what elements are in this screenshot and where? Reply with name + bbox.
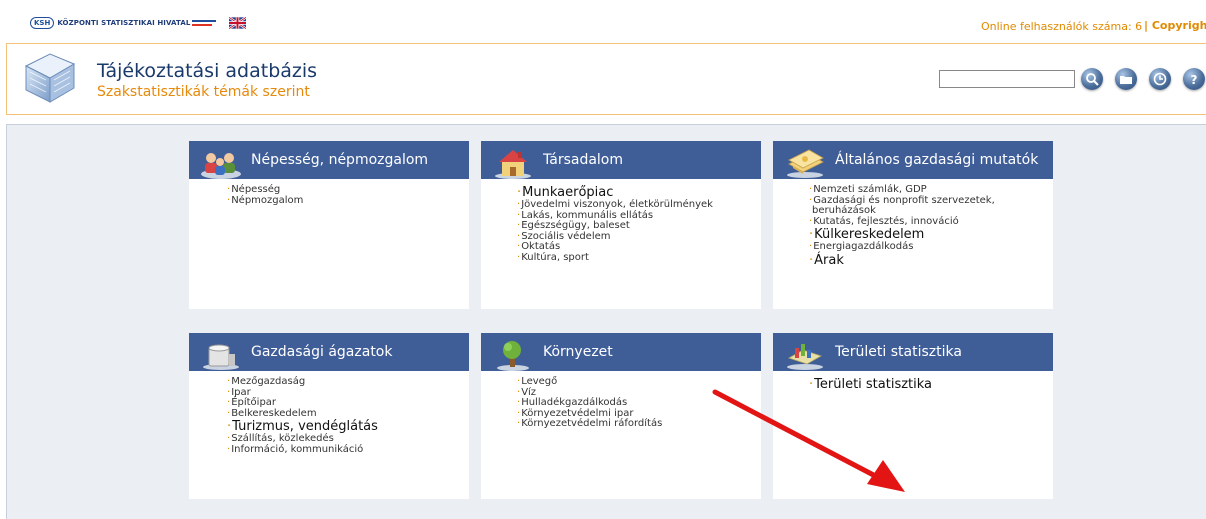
list-item[interactable]: Népesség <box>227 184 303 196</box>
panel-item-list: Népesség Népmozgalom <box>227 184 303 207</box>
list-item[interactable]: Külkereskedelem <box>809 227 995 242</box>
list-item[interactable]: Árak <box>809 253 995 268</box>
panel-title: Területi statisztika <box>835 344 962 360</box>
panel-header[interactable]: Általános gazdasági mutatók <box>773 141 1053 179</box>
folder-icon <box>1120 76 1132 84</box>
category-panel-agazatok: Gazdasági ágazatok Mezőgazdaság Ipar Épí… <box>189 333 469 499</box>
list-item[interactable]: Hulladékgazdálkodás <box>517 397 662 409</box>
list-item[interactable]: Kultúra, sport <box>517 252 713 264</box>
panel-header[interactable]: Területi statisztika <box>773 333 1053 371</box>
house-icon <box>495 150 531 179</box>
list-item[interactable]: Információ, kommunikáció <box>227 444 378 456</box>
panel-title: Környezet <box>543 344 613 360</box>
help-button[interactable]: ? <box>1183 68 1205 90</box>
list-item[interactable]: Oktatás <box>517 241 713 253</box>
clock-icon <box>1153 72 1167 86</box>
page-header: Tájékoztatási adatbázis Szakstatisztikák… <box>6 43 1206 115</box>
panel-header[interactable]: Népesség, népmozgalom <box>189 141 469 179</box>
map-chart-icon <box>787 344 823 370</box>
panel-title: Gazdasági ágazatok <box>251 344 393 360</box>
list-item[interactable]: Építőipar <box>227 397 378 409</box>
search-icon <box>1086 73 1099 86</box>
top-bar: KSH KÖZPONTI STATISZTIKAI HIVATAL Online… <box>0 0 1206 40</box>
list-item[interactable]: Egészségügy, baleset <box>517 220 713 232</box>
list-item[interactable]: Mezőgazdaság <box>227 376 378 388</box>
panel-item-list: Területi statisztika <box>809 377 932 392</box>
panel-item-list: Nemzeti számlák, GDP Gazdasági és nonpro… <box>809 184 995 268</box>
list-item[interactable]: Népmozgalom <box>227 195 303 207</box>
list-item[interactable]: Turizmus, vendéglátás <box>227 419 378 434</box>
panel-title: Társadalom <box>543 152 624 168</box>
panel-header[interactable]: Gazdasági ágazatok <box>189 333 469 371</box>
category-panel-nepesseg: Népesség, népmozgalom Népesség Népmozgal… <box>189 141 469 309</box>
ksh-logo[interactable]: KSH KÖZPONTI STATISZTIKAI HIVATAL <box>30 16 217 30</box>
list-item[interactable]: Belkereskedelem <box>227 408 378 420</box>
panel-header[interactable]: Társadalom <box>481 141 761 179</box>
search-button[interactable] <box>1081 68 1103 90</box>
list-item[interactable]: Nemzeti számlák, GDP <box>809 184 995 196</box>
search-input[interactable] <box>939 70 1075 88</box>
panel-title: Általános gazdasági mutatók <box>835 152 1039 168</box>
panel-header[interactable]: Környezet <box>481 333 761 371</box>
list-item[interactable]: Kutatás, fejlesztés, innováció <box>809 216 995 228</box>
copyright-link[interactable]: Copyright <box>1144 19 1206 32</box>
ksh-logo-abbr: KSH <box>30 17 55 29</box>
page-title: Tájékoztatási adatbázis <box>97 60 318 82</box>
tree-icon <box>497 341 529 371</box>
main-content: Népesség, népmozgalom Népesség Népmozgal… <box>6 124 1206 519</box>
ksh-swoosh-icon <box>192 20 217 26</box>
list-item[interactable]: Jövedelmi viszonyok, életkörülmények <box>517 199 713 211</box>
list-item[interactable]: Munkaerőpiac <box>517 185 713 200</box>
category-panel-kornyezet: Környezet Levegő Víz Hulladékgazdálkodás… <box>481 333 761 499</box>
category-panel-teruleti: Területi statisztika Területi statisztik… <box>773 333 1053 499</box>
list-item[interactable]: Energiagazdálkodás <box>809 241 995 253</box>
help-icon: ? <box>1191 73 1198 86</box>
list-item[interactable]: Környezetvédelmi ráfordítás <box>517 418 662 430</box>
svg-text:?: ? <box>1191 73 1198 86</box>
panel-item-list: Mezőgazdaság Ipar Építőipar Belkereskede… <box>227 376 378 456</box>
online-users-text: Online felhasználók száma: 6 <box>981 20 1143 33</box>
category-panel-tarsadalom: Társadalom Munkaerőpiac Jövedelmi viszon… <box>481 141 761 309</box>
factory-icon <box>203 344 239 370</box>
panel-item-list: Munkaerőpiac Jövedelmi viszonyok, életkö… <box>517 185 713 263</box>
folder-button[interactable] <box>1115 68 1137 90</box>
database-building-icon <box>24 53 76 103</box>
list-item[interactable]: Levegő <box>517 376 662 388</box>
people-icon <box>201 153 241 179</box>
panel-item-list: Levegő Víz Hulladékgazdálkodás Környezet… <box>517 376 662 430</box>
money-icon <box>787 149 824 178</box>
page-subtitle: Szakstatisztikák témák szerint <box>97 84 310 100</box>
ksh-logo-text: KÖZPONTI STATISZTIKAI HIVATAL <box>57 19 191 27</box>
panel-title: Népesség, népmozgalom <box>251 152 429 168</box>
list-item[interactable]: Szállítás, közlekedés <box>227 433 378 445</box>
category-panel-gazdasagi-mutatok: Általános gazdasági mutatók Nemzeti szám… <box>773 141 1053 309</box>
clock-button[interactable] <box>1149 68 1171 90</box>
list-item[interactable]: beruházások <box>809 205 995 217</box>
list-item[interactable]: Területi statisztika <box>809 377 932 392</box>
uk-flag-icon[interactable] <box>229 17 246 29</box>
